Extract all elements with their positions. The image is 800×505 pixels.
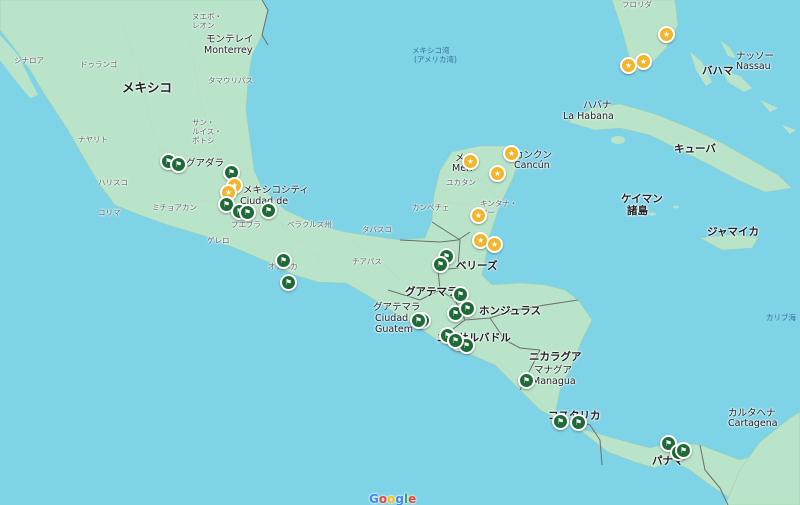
state-label-yucatan: ユカタン xyxy=(446,178,476,187)
star-marker[interactable]: ★ xyxy=(503,145,520,162)
flag-marker[interactable]: ⚑ xyxy=(260,202,277,219)
flag-marker[interactable]: ⚑ xyxy=(518,372,535,389)
state-label-veracruz: ベラクルス州 xyxy=(287,220,332,229)
flag-icon: ⚑ xyxy=(679,445,688,455)
state-label-tabasco: タバスコ xyxy=(362,225,392,234)
google-logo: Google xyxy=(369,492,416,505)
flag-marker[interactable]: ⚑ xyxy=(170,156,187,173)
flag-icon: ⚑ xyxy=(284,277,293,287)
star-icon: ★ xyxy=(639,56,648,66)
state-label-guerrero: ゲレロ xyxy=(207,236,230,245)
star-marker[interactable]: ★ xyxy=(470,207,487,224)
star-marker[interactable]: ★ xyxy=(658,26,675,43)
star-marker[interactable]: ★ xyxy=(635,53,652,70)
flag-marker[interactable]: ⚑ xyxy=(447,332,464,349)
flag-marker[interactable]: ⚑ xyxy=(410,312,427,329)
city-label-monterrey-en: Monterrey xyxy=(204,45,253,56)
flag-icon: ⚑ xyxy=(463,303,472,313)
state-label-puebla: プエブラ xyxy=(231,220,261,229)
flag-icon: ⚑ xyxy=(436,259,445,269)
state-label-san-luis: サン・ ルイス・ ポトシ xyxy=(192,118,222,145)
state-label-durango: ドゥランゴ xyxy=(80,60,118,69)
country-label-cuba: キューバ xyxy=(674,143,716,155)
state-label-sinaloa: シナロア xyxy=(14,56,44,65)
state-label-michoacan: ミチョアカン xyxy=(152,203,197,212)
country-label-mexico: メキシコ xyxy=(122,80,173,95)
city-label-havana-en: La Habana xyxy=(563,111,614,122)
city-label-guatemala-city-en: Ciudad Guatem xyxy=(375,313,414,335)
flag-icon: ⚑ xyxy=(522,375,531,385)
flag-marker[interactable]: ⚑ xyxy=(459,300,476,317)
star-marker[interactable]: ★ xyxy=(486,236,503,253)
star-marker[interactable]: ★ xyxy=(462,153,479,170)
city-label-managua-ja: マナグア xyxy=(534,365,573,376)
country-label-guatemala: グアテマラ xyxy=(405,286,458,298)
star-icon: ★ xyxy=(493,168,502,178)
flag-icon: ⚑ xyxy=(462,340,471,350)
flag-icon: ⚑ xyxy=(243,207,252,217)
flag-icon: ⚑ xyxy=(227,167,236,177)
state-label-nayarit: ナヤリト xyxy=(78,135,108,144)
flag-marker[interactable]: ⚑ xyxy=(275,252,292,269)
flag-icon: ⚑ xyxy=(174,159,183,169)
flag-icon: ⚑ xyxy=(222,199,231,209)
water-label-caribbean: カリブ海 xyxy=(766,313,796,322)
map-canvas[interactable]: メキシコ シナロア ドゥランゴ ヌエボ・ レオン モンテレイ Monterrey… xyxy=(0,0,800,505)
google-logo-text: Google xyxy=(369,492,417,505)
star-icon: ★ xyxy=(474,210,483,220)
flag-icon: ⚑ xyxy=(279,255,288,265)
star-icon: ★ xyxy=(624,60,633,70)
city-label-guatemala-city-ja: グアテマラ xyxy=(373,302,421,313)
flag-marker[interactable]: ⚑ xyxy=(675,442,692,459)
city-label-havana-ja: ハバナ xyxy=(583,100,612,111)
state-label-campeche: カンペチェ xyxy=(412,203,450,212)
flag-marker[interactable]: ⚑ xyxy=(570,414,587,431)
country-label-honduras: ホンジュラス xyxy=(479,305,542,317)
city-label-cancun-en: Cancún xyxy=(514,160,550,171)
star-marker[interactable]: ★ xyxy=(489,165,506,182)
star-icon: ★ xyxy=(476,235,485,245)
state-label-jalisco: ハリスコ xyxy=(98,178,128,187)
city-label-mexico-city-ja: メキシコシティ xyxy=(243,185,309,196)
country-label-cayman-1: ケイマン xyxy=(621,193,663,205)
country-label-jamaica: ジャマイカ xyxy=(707,226,759,238)
country-label-bahamas: バハマ xyxy=(702,65,734,77)
flag-icon: ⚑ xyxy=(451,308,460,318)
star-icon: ★ xyxy=(466,156,475,166)
map-base xyxy=(0,0,800,505)
city-label-guadalajara: グアダラ xyxy=(186,158,225,169)
country-label-nicaragua: ニカラグア xyxy=(529,351,582,363)
state-label-chiapas: チアパス xyxy=(352,257,382,266)
country-label-belize: ベリーズ xyxy=(456,260,498,272)
city-label-managua-en: Managua xyxy=(532,376,576,387)
flag-icon: ⚑ xyxy=(264,205,273,215)
star-icon: ★ xyxy=(662,29,671,39)
flag-marker[interactable]: ⚑ xyxy=(552,413,569,430)
star-icon: ★ xyxy=(507,148,516,158)
flag-marker[interactable]: ⚑ xyxy=(239,204,256,221)
city-label-cartagena-en: Cartagena xyxy=(728,418,778,429)
star-marker[interactable]: ★ xyxy=(620,57,637,74)
city-label-nassau-en: Nassau xyxy=(736,61,771,72)
flag-marker[interactable]: ⚑ xyxy=(432,256,449,273)
flag-marker[interactable]: ⚑ xyxy=(280,274,297,291)
state-label-nuevo-leon: ヌエボ・ レオン xyxy=(192,12,222,30)
country-label-cayman-2: 諸島 xyxy=(627,205,648,217)
water-label-gulf-sub: (アメリカ湾) xyxy=(414,55,457,64)
water-label-gulf-ja: メキシコ湾 xyxy=(412,46,450,55)
flag-icon: ⚑ xyxy=(556,416,565,426)
state-label-colima: コリマ xyxy=(98,208,121,217)
flag-icon: ⚑ xyxy=(414,315,423,325)
state-label-florida: フロリダ xyxy=(622,0,652,9)
star-icon: ★ xyxy=(490,239,499,249)
city-label-monterrey-ja: モンテレイ xyxy=(206,34,254,45)
state-label-tamaulipas: タマウリパス xyxy=(208,76,253,85)
flag-icon: ⚑ xyxy=(574,417,583,427)
flag-icon: ⚑ xyxy=(451,335,460,345)
flag-icon: ⚑ xyxy=(456,289,465,299)
